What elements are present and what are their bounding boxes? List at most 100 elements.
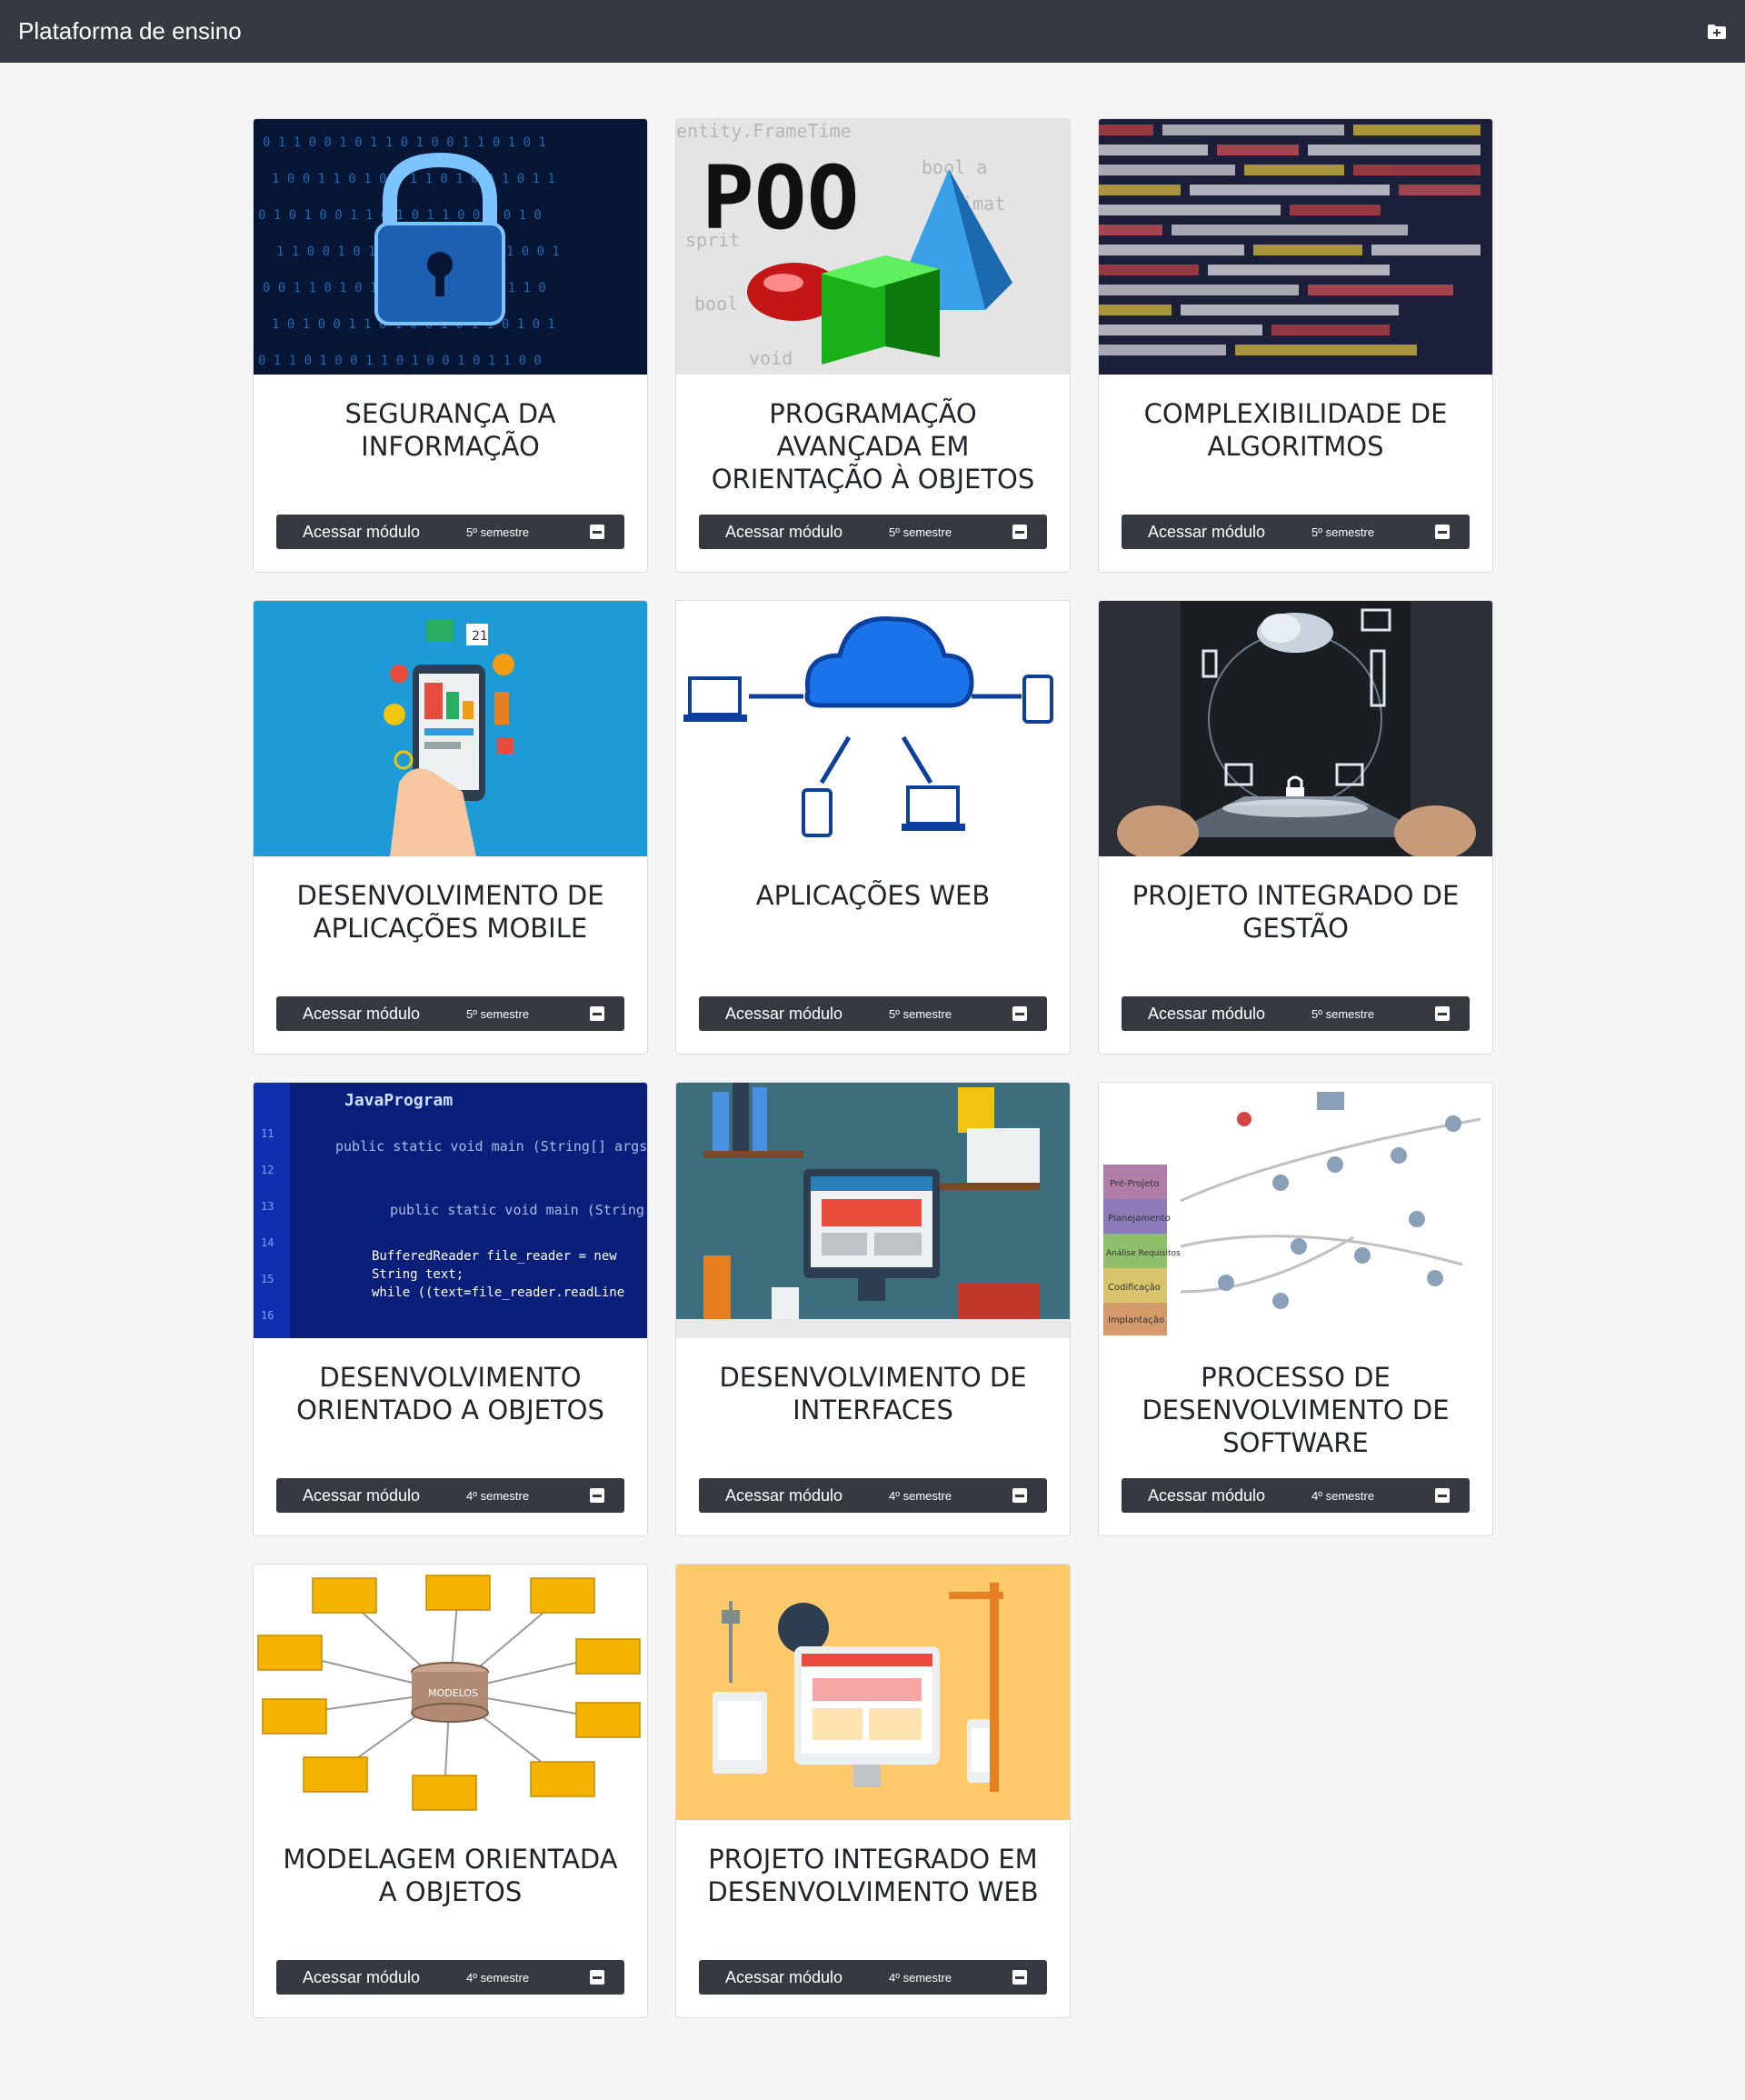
module-title: PROCESSO DE DESENVOLVIMENTO DE SOFTWARE <box>1142 1362 1450 1458</box>
access-module-button[interactable]: Acessar módulo 5º semestre <box>699 515 1047 549</box>
svg-text:15: 15 <box>261 1273 274 1285</box>
svg-text:0 1 0 1 0 0 1 1 0 1 0 1 1 0 0: 0 1 0 1 0 0 1 1 0 1 0 1 1 0 0 1 0 1 0 <box>258 208 542 223</box>
module-card: COMPLEXIBILIDADE DE ALGORITMOS Acessar m… <box>1098 118 1493 573</box>
module-card: DESENVOLVIMENTO DE INTERFACES Acessar mó… <box>675 1082 1071 1536</box>
access-module-label: Acessar módulo <box>303 1485 421 1505</box>
minus-square-icon[interactable] <box>590 1970 604 1985</box>
access-module-button[interactable]: Acessar módulo 4º semestre <box>276 1478 624 1513</box>
access-module-label: Acessar módulo <box>725 1004 843 1023</box>
poo-text: POO <box>702 147 859 249</box>
svg-text:0 1 1 0 1 0 0 1 1 0 1 0 0 1 0: 0 1 1 0 1 0 0 1 1 0 1 0 0 1 0 1 1 0 0 <box>258 354 542 368</box>
module-card: entity.FrameTime bool a animat sprit boo… <box>675 118 1071 573</box>
access-module-button[interactable]: Acessar módulo 4º semestre <box>699 1960 1047 1995</box>
module-card: APLICAÇÕES WEB Acessar módulo 5º semestr… <box>675 600 1071 1055</box>
semester-label: 5º semestre <box>1311 525 1375 539</box>
svg-text:11: 11 <box>261 1127 274 1140</box>
access-module-button[interactable]: Acessar módulo 5º semestre <box>276 996 624 1031</box>
semester-label: 5º semestre <box>466 525 530 539</box>
module-title: COMPLEXIBILIDADE DE ALGORITMOS <box>1143 398 1448 462</box>
module-title: DESENVOLVIMENTO DE INTERFACES <box>719 1362 1027 1425</box>
module-card: PROJETO INTEGRADO DE GESTÃO Acessar módu… <box>1098 600 1493 1055</box>
access-module-label: Acessar módulo <box>1148 1004 1266 1023</box>
svg-text:0 1 1 0 0 1 0 1 1 0 1 0 0 1 1: 0 1 1 0 0 1 0 1 1 0 1 0 0 1 1 0 1 0 1 <box>263 135 546 150</box>
access-module-label: Acessar módulo <box>1148 522 1266 541</box>
access-module-label: Acessar módulo <box>303 1967 421 1986</box>
stage-label: Implantação <box>1108 1315 1164 1325</box>
access-module-button[interactable]: Acessar módulo 4º semestre <box>1122 1478 1470 1513</box>
module-title: MODELAGEM ORIENTADA A OBJETOS <box>283 1844 618 1907</box>
stage-label: Análise Requisitos <box>1106 1249 1181 1258</box>
semester-label: 4º semestre <box>889 1970 952 1985</box>
access-module-button[interactable]: Acessar módulo 4º semestre <box>699 1478 1047 1513</box>
module-card: Pré-Projeto Planejamento Análise Requisi… <box>1098 1082 1493 1536</box>
access-module-label: Acessar módulo <box>725 1967 843 1986</box>
desk-monitor-image <box>676 1083 1070 1338</box>
module-card: MODELOS MODELAGEM ORIENTADA A OBJETOS Ac… <box>253 1564 648 2018</box>
minus-square-icon[interactable] <box>1012 1970 1027 1985</box>
access-module-button[interactable]: Acessar módulo 4º semestre <box>276 1960 624 1995</box>
uml-diagram-image: MODELOS <box>254 1565 647 1820</box>
semester-label: 4º semestre <box>889 1488 952 1503</box>
svg-text:void: void <box>749 347 793 369</box>
svg-text:public static void main (Strin: public static void main (String[] args) <box>390 1202 647 1218</box>
brand-title[interactable]: Plataforma de ensino <box>18 17 242 45</box>
module-card: PROJETO INTEGRADO EM DESENVOLVIMENTO WEB… <box>675 1564 1071 2018</box>
access-module-label: Acessar módulo <box>303 522 421 541</box>
poo-shapes-image: entity.FrameTime bool a animat sprit boo… <box>676 119 1070 375</box>
semester-label: 4º semestre <box>1311 1488 1375 1503</box>
svg-text:public static void main (Strin: public static void main (String[] args) <box>335 1138 647 1155</box>
svg-text:1 0 0 1 1 0 1 0 0 1 1 0 1 0 0: 1 0 0 1 1 0 1 0 0 1 1 0 1 0 0 1 0 1 1 <box>272 172 555 186</box>
stage-label: Planejamento <box>1108 1214 1171 1224</box>
access-module-button[interactable]: Acessar módulo 5º semestre <box>1122 515 1470 549</box>
minus-square-icon[interactable] <box>1012 525 1027 539</box>
minus-square-icon[interactable] <box>590 525 604 539</box>
code-screen-image <box>1099 119 1492 375</box>
semester-label: 4º semestre <box>466 1970 530 1985</box>
minus-square-icon[interactable] <box>1435 1006 1450 1021</box>
semester-label: 5º semestre <box>889 525 952 539</box>
semester-label: 4º semestre <box>466 1488 530 1503</box>
folder-plus-icon[interactable] <box>1707 24 1727 40</box>
stage-label: Pré-Projeto <box>1110 1178 1159 1189</box>
minus-square-icon[interactable] <box>590 1488 604 1503</box>
module-card: 21 DESENVOLVIMENTO DE APLICAÇÕES MOBILE … <box>253 600 648 1055</box>
cloud-tablet-image <box>1099 601 1492 856</box>
module-title: PROGRAMAÇÃO AVANÇADA EM ORIENTAÇÃO À OBJ… <box>711 398 1035 495</box>
module-card: 0 1 1 0 0 1 0 1 1 0 1 0 0 1 1 0 1 0 1 1 … <box>253 118 648 573</box>
module-title: DESENVOLVIMENTO ORIENTADO A OBJETOS <box>296 1362 604 1425</box>
svg-text:BufferedReader file_reader = n: BufferedReader file_reader = new <box>372 1249 617 1264</box>
svg-text:entity.FrameTime: entity.FrameTime <box>676 120 852 142</box>
access-module-button[interactable]: Acessar módulo 5º semestre <box>699 996 1047 1031</box>
svg-text:String text;: String text; <box>372 1267 464 1282</box>
access-module-label: Acessar módulo <box>1148 1485 1266 1505</box>
semester-label: 5º semestre <box>1311 1006 1375 1021</box>
minus-square-icon[interactable] <box>1435 525 1450 539</box>
stage-label: Codificação <box>1108 1283 1161 1293</box>
java-code-image: JavaProgram public static void main (Str… <box>254 1083 647 1338</box>
minus-square-icon[interactable] <box>1012 1488 1027 1503</box>
minus-square-icon[interactable] <box>1435 1488 1450 1503</box>
svg-text:12: 12 <box>261 1164 274 1176</box>
access-module-label: Acessar módulo <box>725 522 843 541</box>
cloud-network-image <box>676 601 1070 856</box>
module-title: SEGURANÇA DA INFORMAÇÃO <box>344 398 556 462</box>
semester-label: 5º semestre <box>466 1006 530 1021</box>
svg-text:16: 16 <box>261 1309 274 1322</box>
padlock-binary-image: 0 1 1 0 0 1 0 1 1 0 1 0 0 1 1 0 1 0 1 1 … <box>254 119 647 375</box>
calendar-date: 21 <box>472 629 488 644</box>
access-module-label: Acessar módulo <box>725 1485 843 1505</box>
minus-square-icon[interactable] <box>590 1006 604 1021</box>
access-module-button[interactable]: Acessar módulo 5º semestre <box>1122 996 1470 1031</box>
semester-label: 5º semestre <box>889 1006 952 1021</box>
minus-square-icon[interactable] <box>1012 1006 1027 1021</box>
web-devices-image <box>676 1565 1070 1820</box>
module-title: APLICAÇÕES WEB <box>755 880 991 911</box>
top-navbar: Plataforma de ensino <box>0 0 1745 63</box>
module-title: PROJETO INTEGRADO EM DESENVOLVIMENTO WEB <box>707 1844 1039 1907</box>
module-title: PROJETO INTEGRADO DE GESTÃO <box>1132 880 1460 944</box>
svg-text:bool a: bool a <box>922 156 987 178</box>
svg-text:while ((text=file_reader.readL: while ((text=file_reader.readLine <box>372 1285 624 1300</box>
access-module-button[interactable]: Acessar módulo 5º semestre <box>276 515 624 549</box>
svg-text:13: 13 <box>261 1200 274 1213</box>
java-program-text: JavaProgram <box>344 1091 453 1110</box>
